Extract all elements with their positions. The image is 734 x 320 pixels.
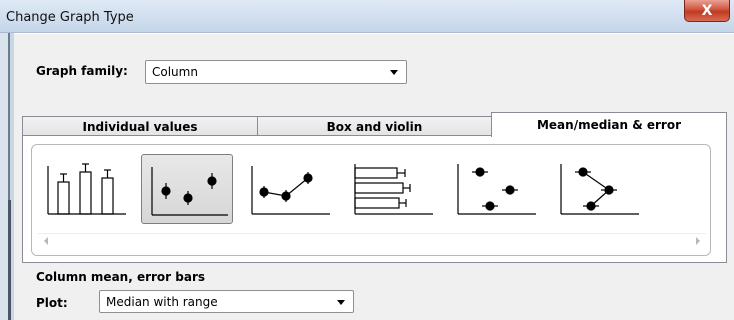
scroll-right-icon[interactable]	[696, 237, 700, 245]
graph-family-value: Column	[152, 65, 198, 79]
graph-description: Column mean, error bars	[36, 270, 206, 284]
graph-type-option-column-bars[interactable]	[40, 154, 132, 224]
graph-type-option-connected-line[interactable]	[244, 154, 336, 224]
tab-label: Box and violin	[326, 119, 423, 134]
plot-dropdown[interactable]: Median with range	[99, 290, 354, 313]
tab-label: Mean/median & error	[536, 118, 682, 132]
close-button[interactable]: X	[684, 0, 730, 22]
horizontal-points-connected-icon	[560, 164, 639, 215]
horizontal-points-icon	[457, 164, 536, 215]
tab-box-and-violin[interactable]: Box and violin	[257, 116, 492, 136]
window-title: Change Graph Type	[6, 10, 134, 25]
graph-type-option-horizontal-bars[interactable]	[347, 154, 439, 224]
tab-mean-median-error[interactable]: Mean/median & error	[491, 112, 727, 137]
chevron-down-icon	[390, 70, 398, 75]
graph-type-option-horizontal-connected[interactable]	[553, 154, 645, 224]
tab-label: Individual values	[82, 119, 198, 134]
graph-type-tabs: Individual values Box and violin Mean/me…	[22, 112, 734, 137]
horizontal-bars-error-icon	[354, 164, 433, 215]
close-icon: X	[701, 2, 713, 19]
title-bar[interactable]: Change Graph Type X	[0, 0, 734, 33]
graph-type-option-mean-points[interactable]	[141, 154, 233, 224]
scatter-mean-points-icon	[151, 167, 228, 216]
scroll-left-icon[interactable]	[44, 237, 48, 245]
graph-family-dropdown[interactable]: Column	[145, 60, 407, 84]
tab-panel	[22, 135, 727, 263]
column-bars-error-icon	[47, 163, 126, 215]
graph-type-option-horizontal-points[interactable]	[450, 154, 542, 224]
tab-individual-values[interactable]: Individual values	[22, 116, 258, 136]
plot-value: Median with range	[106, 294, 218, 309]
graph-type-gallery	[31, 144, 711, 256]
gallery-horizontal-scrollbar[interactable]	[38, 233, 706, 249]
chevron-down-icon	[337, 299, 345, 305]
connected-points-line-icon	[251, 166, 330, 215]
dialog-body: Graph family: Column Individual values B…	[14, 34, 734, 320]
plot-label: Plot:	[36, 296, 68, 310]
change-graph-type-dialog: Change Graph Type X Graph family: Column…	[0, 0, 734, 320]
graph-family-label: Graph family:	[36, 64, 128, 78]
